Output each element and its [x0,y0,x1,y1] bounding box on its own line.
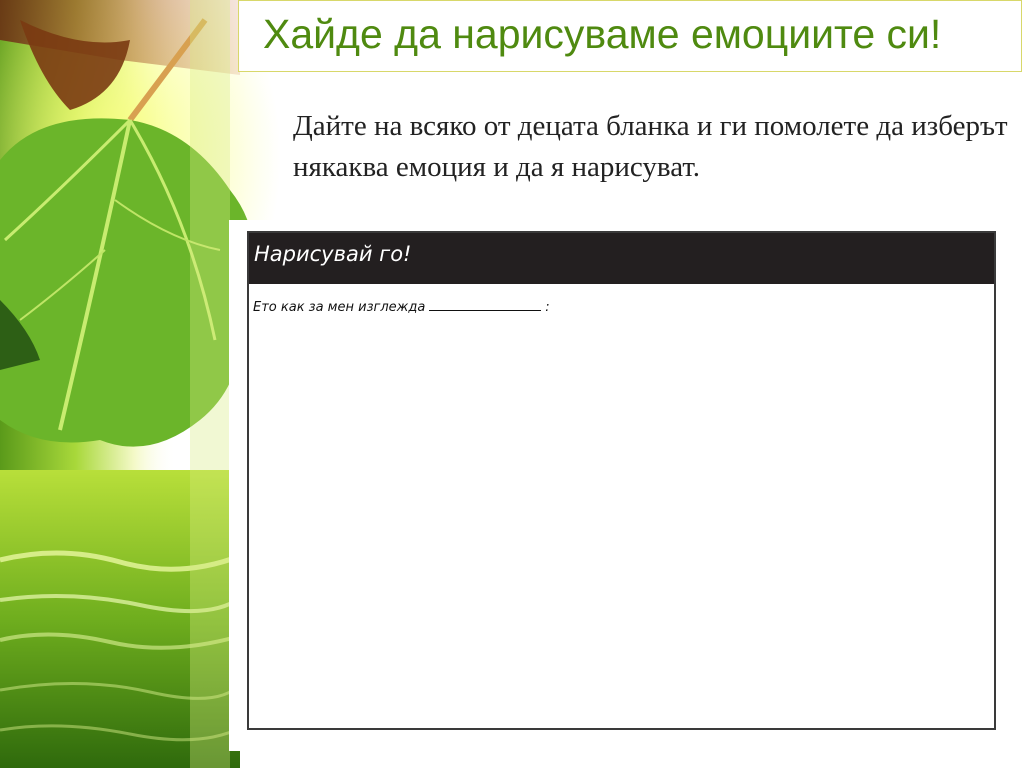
slide-title: Хайде да нарисуваме емоциите си! [263,11,942,57]
slide: Хайде да нарисуваме емоциите си! Дайте н… [0,0,1024,768]
drawing-area [249,318,994,728]
slide-body-text: Дайте на всяко от децата бланка и ги пом… [293,110,1008,183]
worksheet-header-bar: Нарисувай го! [249,233,994,284]
worksheet-prompt-colon: : [545,300,550,315]
worksheet-prompt-text: Ето как за мен изглежда [253,300,426,315]
worksheet-prompt: Ето как за мен изглежда: [253,296,550,315]
worksheet-frame: Нарисувай го! Ето как за мен изглежда: [247,231,996,730]
worksheet-image: Нарисувай го! Ето как за мен изглежда: [229,220,1013,751]
fill-in-blank-line [429,296,542,311]
worksheet-heading: Нарисувай го! [254,242,412,266]
title-box: Хайде да нарисуваме емоциите си! [238,0,1022,72]
